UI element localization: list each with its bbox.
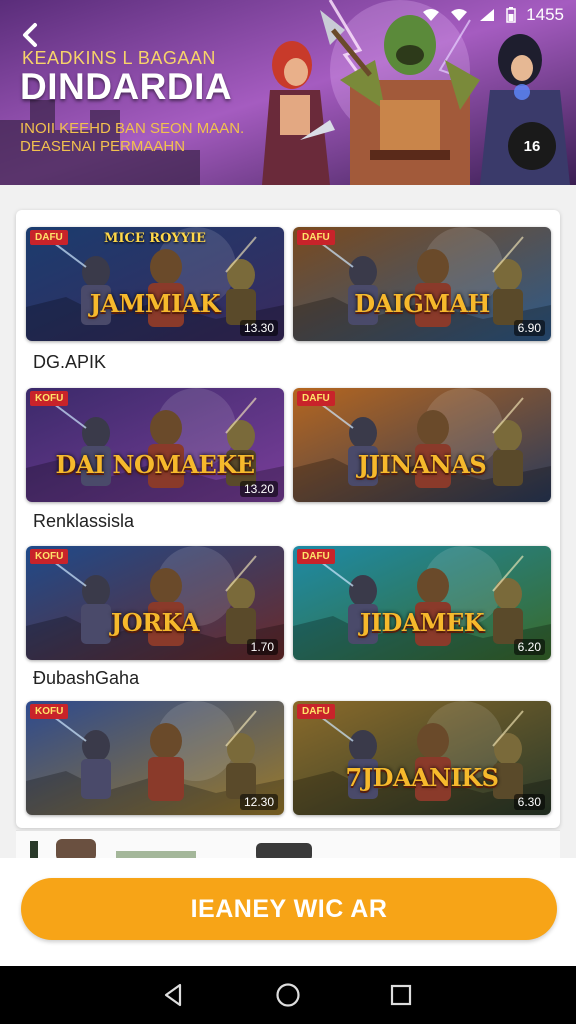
tile-top-label: MICE ROYYIE [104, 231, 206, 246]
tile-title: DAIGMAH [354, 289, 490, 318]
section-label: DG.APIK [33, 352, 107, 372]
next-row-thumbnails [30, 839, 312, 860]
section-label: Renklassisla [33, 511, 135, 531]
clock: 1455 [526, 5, 564, 24]
tile-rating: 6.30 [513, 794, 545, 810]
system-nav-bar [0, 966, 576, 1024]
tile-title: JORKA [110, 608, 200, 637]
game-tile[interactable]: DAFU 7JDAANIKS 6.30 [293, 701, 551, 815]
game-tile[interactable]: DAFU JIDAMEK 6.20 [293, 546, 551, 660]
game-tile[interactable]: KOFU 12.30 [26, 701, 284, 815]
hero-title: DINDARDIA [20, 66, 233, 107]
section-label: ÐubashGaha [33, 668, 140, 688]
tile-tag: DAFU [297, 549, 335, 564]
tile-title: 7JDAANIKS [345, 763, 499, 792]
recents-square-icon[interactable] [388, 982, 414, 1008]
hero-description-line1: INOII KEEHD BAN SEON MAAN. [20, 120, 245, 137]
home-circle-icon[interactable] [275, 982, 301, 1008]
tile-rating: 12.30 [239, 794, 278, 810]
tile-tag: DAFU [297, 704, 335, 719]
tile-rating: 1.70 [246, 639, 278, 655]
tile-tag: KOFU [30, 549, 69, 564]
wifi-icon [423, 9, 440, 21]
primary-action-button[interactable]: IEANEY WIC AR [21, 878, 557, 940]
app-screen: KEADKINS L BAGAAN DINDARDIA INOII KEEHD … [0, 0, 576, 1024]
tile-rating: 13.30 [239, 320, 278, 336]
wifi-icon [451, 9, 468, 21]
tile-rating: 6.90 [513, 320, 545, 336]
next-row-peek [16, 830, 560, 860]
tile-rating: 6.20 [513, 639, 545, 655]
game-tile[interactable]: DAFU MICE ROYYIE JAMMIAK 13.30 [26, 227, 284, 341]
game-tile[interactable]: DAFU DAIGMAH 6.90 [293, 227, 551, 341]
tile-tag: KOFU [30, 391, 69, 406]
tile-tag: DAFU [297, 391, 335, 406]
tile-title: JJINANAS [357, 450, 487, 479]
cell-signal-icon [480, 9, 495, 21]
game-tile[interactable]: KOFU JORKA 1.70 [26, 546, 284, 660]
age-rating-badge: 16 [508, 122, 556, 170]
tile-title: JAMMIAK [89, 289, 221, 318]
tile-tag: KOFU [30, 704, 69, 719]
back-triangle-icon[interactable] [160, 982, 186, 1008]
game-tile[interactable]: KOFU DAI NOMAEKE 13.20 [26, 388, 284, 502]
tile-title: DAI NOMAEKE [55, 450, 256, 479]
tile-tag: DAFU [297, 230, 335, 245]
battery-icon [506, 7, 516, 23]
tile-title: JIDAMEK [359, 608, 485, 637]
game-tile[interactable]: DAFU JJINANAS [293, 388, 551, 502]
tile-rating: 13.20 [239, 481, 278, 497]
hero-description-line2: DEASENAI PERMAAHN [20, 138, 186, 155]
status-bar: 1455 [0, 0, 576, 30]
